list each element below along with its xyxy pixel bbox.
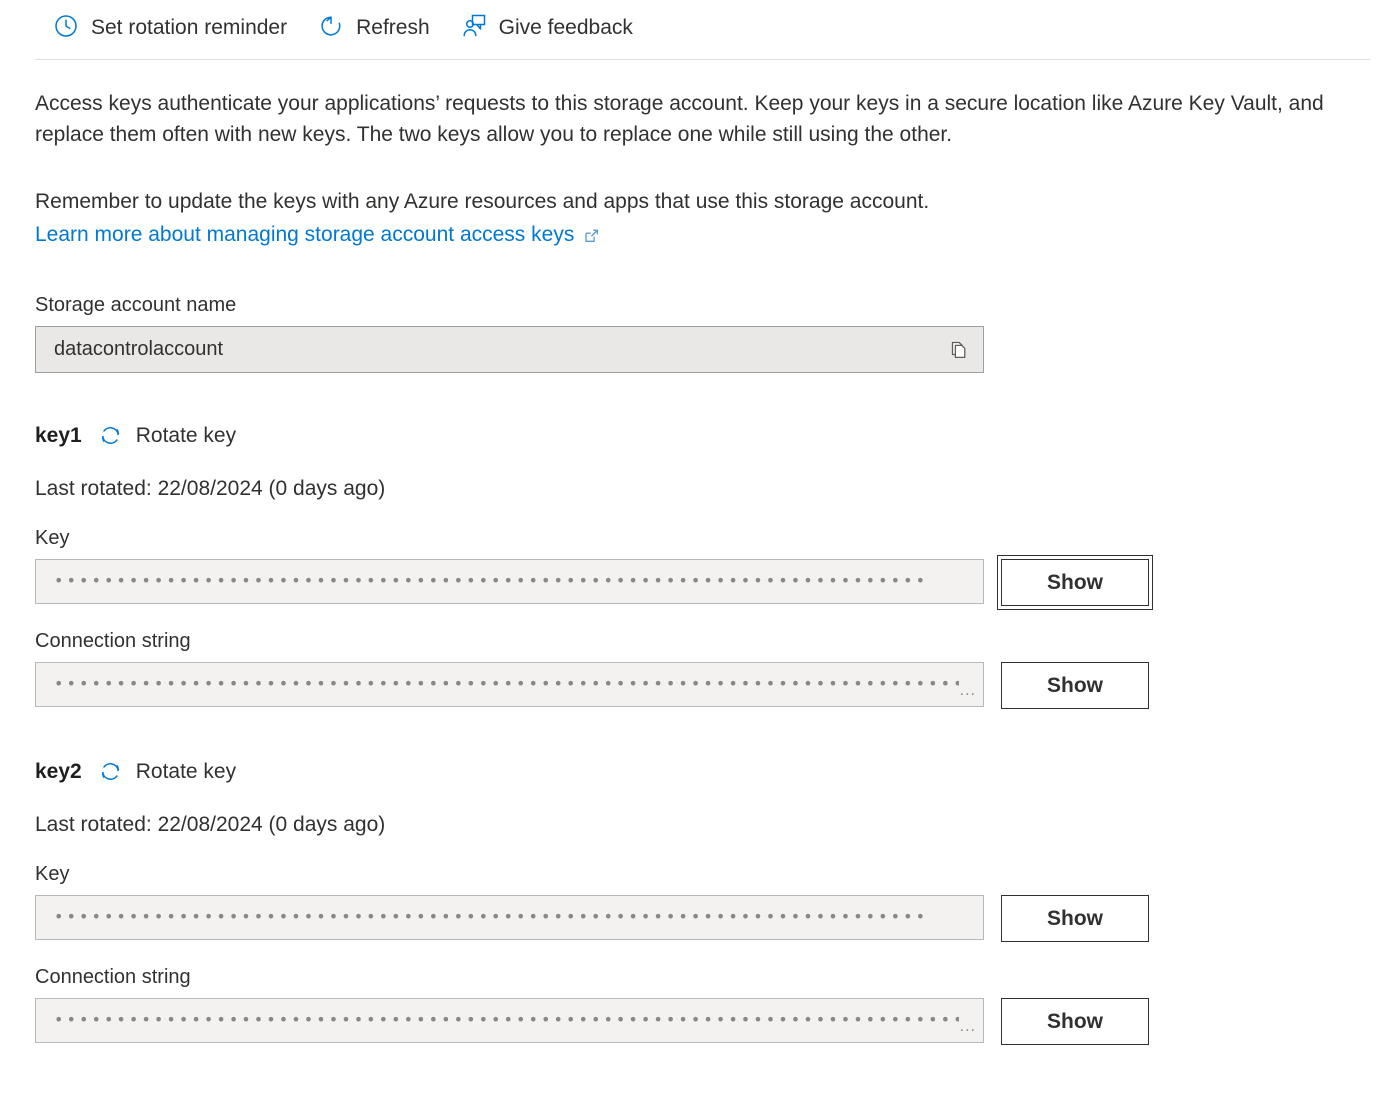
key2-key-show-button[interactable]: Show [1001,895,1149,942]
access-keys-content: Access keys authenticate your applicatio… [0,88,1400,1045]
key1-connection-truncation: ... [959,681,976,699]
key1-connection-input[interactable]: ••••••••••••••••••••••••••••••••••••••••… [35,662,984,707]
key2-key-input[interactable]: ••••••••••••••••••••••••••••••••••••••••… [35,895,984,940]
command-toolbar: Set rotation reminder Refresh Give feedb… [0,0,1400,52]
key2-connection-field: Connection string ••••••••••••••••••••••… [35,964,1400,1045]
rotate-icon [97,422,124,449]
refresh-button[interactable]: Refresh [315,8,432,44]
key1-key-label: Key [35,527,70,549]
give-feedback-button[interactable]: Give feedback [458,8,635,44]
key-section-key2: key2 Rotate key Last rotated: 22/08/2024… [35,755,1400,1045]
key2-connection-label: Connection string [35,966,191,988]
clock-icon [52,12,80,40]
copy-icon[interactable] [941,333,975,367]
rotate-key2-button[interactable]: Rotate key [95,755,238,788]
key2-connection-truncation: ... [959,1017,976,1035]
key-section-key1: key1 Rotate key Last rotated: 22/08/2024… [35,419,1400,709]
key1-key-field: Key ••••••••••••••••••••••••••••••••••••… [35,525,1400,610]
key1-connection-row: ••••••••••••••••••••••••••••••••••••••••… [35,662,1400,709]
learn-more-row: Learn more about managing storage accoun… [35,219,1400,250]
key2-connection-input[interactable]: ••••••••••••••••••••••••••••••••••••••••… [35,998,984,1043]
key2-key-field: Key ••••••••••••••••••••••••••••••••••••… [35,861,1400,942]
description-paragraph-1: Access keys authenticate your applicatio… [35,92,1324,146]
key1-key-row: ••••••••••••••••••••••••••••••••••••••••… [35,555,1400,610]
key2-last-rotated: Last rotated: 22/08/2024 (0 days ago) [35,813,386,836]
feedback-person-icon [460,12,488,40]
storage-account-name-field: Storage account name datacontrolaccount [35,292,1400,373]
key2-name: key2 [35,760,82,783]
storage-account-name-value: datacontrolaccount [54,338,224,360]
set-rotation-reminder-button[interactable]: Set rotation reminder [50,8,289,44]
storage-account-name-input[interactable]: datacontrolaccount [35,326,984,373]
key1-connection-masked-value: ••••••••••••••••••••••••••••••••••••••••… [54,675,959,692]
set-rotation-reminder-label: Set rotation reminder [91,15,288,39]
key2-header: key2 Rotate key [35,755,1400,788]
rotate-key1-label: Rotate key [135,424,237,447]
key1-connection-field: Connection string ••••••••••••••••••••••… [35,628,1400,709]
key2-connection-row: ••••••••••••••••••••••••••••••••••••••••… [35,998,1400,1045]
key2-key-label: Key [35,863,70,885]
key1-header: key1 Rotate key [35,419,1400,452]
storage-account-name-label: Storage account name [35,294,237,316]
description-paragraph-2: Remember to update the keys with any Azu… [35,190,930,213]
key1-name: key1 [35,424,82,447]
refresh-icon [317,12,345,40]
key1-key-input[interactable]: ••••••••••••••••••••••••••••••••••••••••… [35,559,984,604]
toolbar-divider [35,59,1370,60]
key1-connection-label: Connection string [35,630,191,652]
rotate-icon [97,758,124,785]
key2-connection-show-button[interactable]: Show [1001,998,1149,1045]
key1-key-masked-value: ••••••••••••••••••••••••••••••••••••••••… [54,572,926,589]
external-link-icon [583,227,600,244]
key2-key-masked-value: ••••••••••••••••••••••••••••••••••••••••… [54,908,926,925]
rotate-key2-label: Rotate key [135,760,237,783]
key1-last-rotated: Last rotated: 22/08/2024 (0 days ago) [35,477,386,500]
refresh-label: Refresh [356,15,430,39]
rotate-key1-button[interactable]: Rotate key [95,419,238,452]
key1-connection-show-button[interactable]: Show [1001,662,1149,709]
key1-key-show-button[interactable]: Show [997,555,1153,610]
give-feedback-label: Give feedback [498,15,633,39]
key2-connection-masked-value: ••••••••••••••••••••••••••••••••••••••••… [54,1011,959,1028]
key2-key-row: ••••••••••••••••••••••••••••••••••••••••… [35,895,1400,942]
learn-more-link[interactable]: Learn more about managing storage accoun… [35,219,574,250]
